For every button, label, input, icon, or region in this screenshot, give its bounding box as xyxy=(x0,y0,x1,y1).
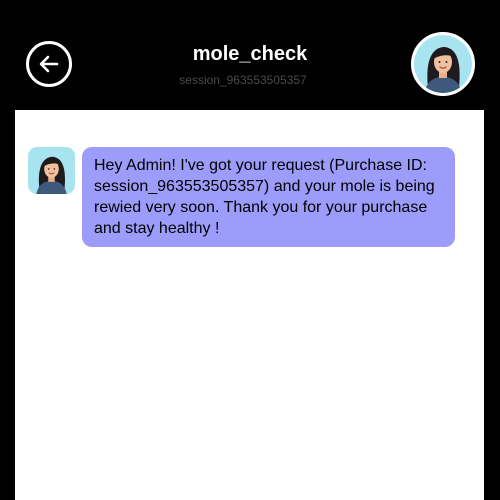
chat-area: Hey Admin! I've got your request (Purcha… xyxy=(15,110,484,500)
woman-avatar-icon xyxy=(424,47,462,93)
message-bubble: Hey Admin! I've got your request (Purcha… xyxy=(82,147,455,247)
profile-avatar[interactable] xyxy=(411,32,475,96)
chat-header: mole_check session_963553505357 xyxy=(0,0,500,110)
sender-avatar xyxy=(28,147,75,194)
woman-avatar-icon xyxy=(36,156,67,194)
